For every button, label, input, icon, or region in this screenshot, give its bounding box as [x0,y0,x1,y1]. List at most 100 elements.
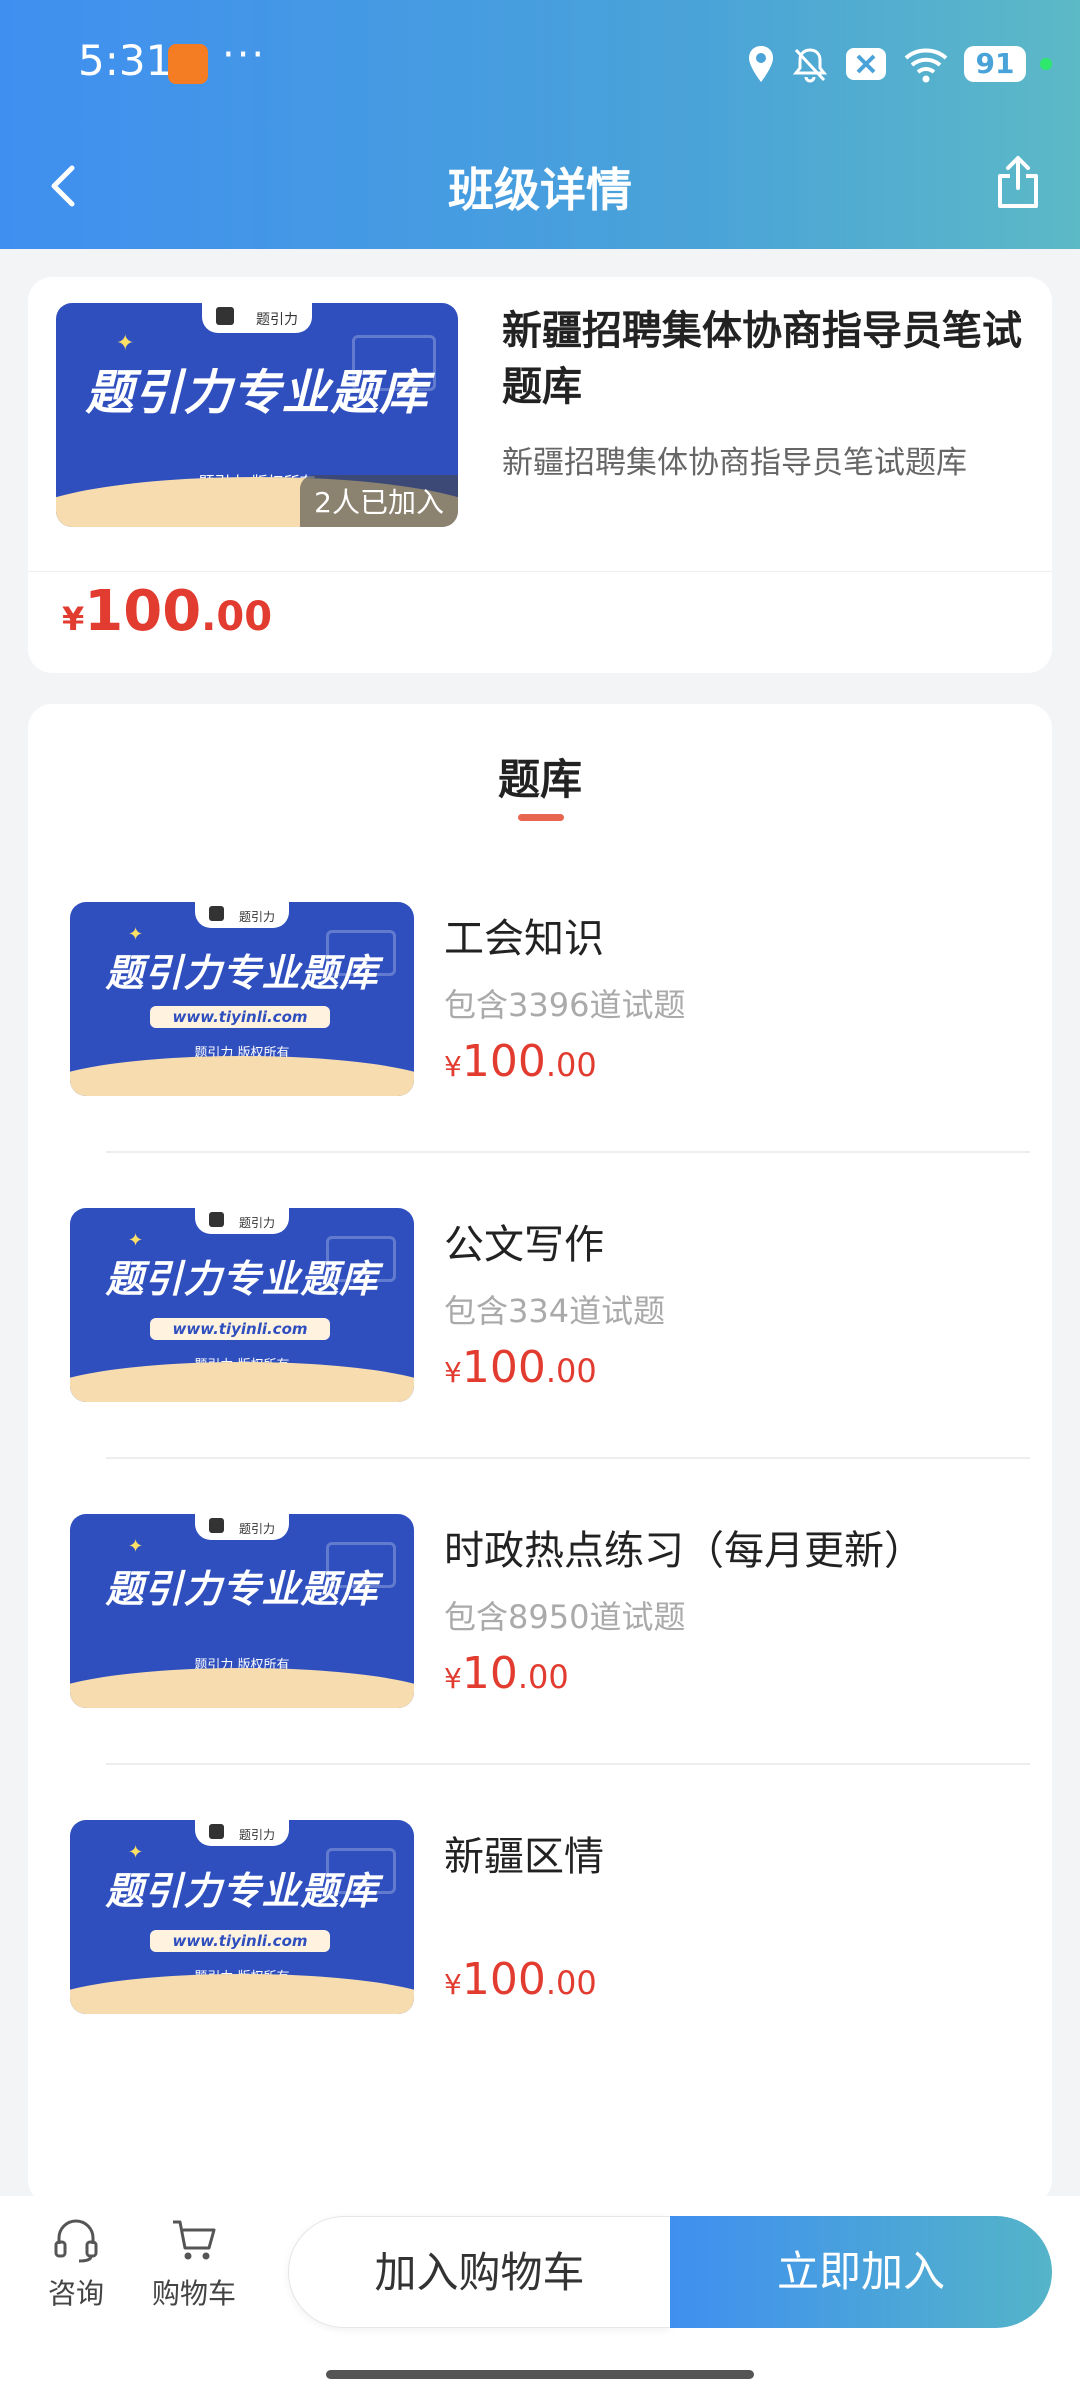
cover-wave [70,1668,414,1708]
price-decimal: .00 [545,1352,597,1390]
item-name: 新疆区情 [444,1834,604,1880]
price-integer: 100 [461,1954,546,2005]
status-icons: 91 [746,38,1052,90]
cover-tab: 题引力 [195,902,289,928]
section-title[interactable]: 题库 [28,746,1052,807]
class-title: 新疆招聘集体协商指导员笔试题库 [502,308,1022,410]
list-item[interactable]: ✦ 题引力 题引力专业题库 www.tiyinli.com 题引力 版权所有 工… [70,902,1030,1098]
cover-wave [70,1974,414,2014]
cover-tab-text: 题引力 [238,1216,275,1230]
divider [106,1457,1030,1459]
cover-headline: 题引力专业题库 [105,1567,379,1611]
add-to-cart-button[interactable]: 加入购物车 [288,2216,670,2328]
item-question-count: 包含8950道试题 [444,1598,686,1636]
item-question-count: 包含334道试题 [444,1292,666,1330]
divider [106,1151,1030,1153]
cover-url: www.tiyinli.com [150,1318,330,1340]
cart-icon [169,2220,219,2268]
brand-logo-icon [209,1518,224,1533]
cover-tab-text: 题引力 [256,312,298,328]
price-decimal: .00 [517,1658,569,1696]
price-currency: ¥ [444,1968,462,2001]
item-cover-image: ✦ 题引力 题引力专业题库 www.tiyinli.com 题引力 版权所有 [70,1208,414,1402]
list-item[interactable]: ✦ 题引力 题引力专业题库 www.tiyinli.com 题引力 版权所有 新… [70,1820,1030,2016]
more-notifications-icon: ··· [222,32,267,78]
price-currency: ¥ [444,1662,462,1695]
sim-off-icon [844,46,888,82]
cover-tab-text: 题引力 [238,1522,275,1536]
brand-logo-icon [209,1212,224,1227]
nav-bar: 班级详情 [0,130,1080,240]
price-decimal: .00 [201,594,273,640]
item-question-count: 包含3396道试题 [444,986,686,1024]
price-currency: ¥ [444,1050,462,1083]
page-title: 班级详情 [448,163,632,217]
item-name: 工会知识 [444,916,604,962]
mute-bell-icon [790,44,830,84]
star-icon: ✦ [128,1536,144,1557]
price-integer: 10 [461,1648,518,1699]
price-integer: 100 [461,1342,546,1393]
cover-headline: 题引力专业题库 [105,1869,379,1913]
charging-dot-icon [1040,58,1052,70]
status-time: 5:31 [78,36,173,85]
list-item[interactable]: ✦ 题引力 题引力专业题库 题引力 版权所有 时政热点练习（每月更新） 包含89… [70,1514,1030,1710]
cover-url: www.tiyinli.com [150,1006,330,1028]
divider [28,571,1052,572]
status-bar: 5:31 ··· 91 [0,32,1080,96]
battery-icon: 91 [964,46,1026,82]
item-cover-image: ✦ 题引力 题引力专业题库 题引力 版权所有 [70,1514,414,1708]
brand-logo-icon [209,906,224,921]
price-decimal: .00 [545,1046,597,1084]
cover-wave [70,1056,414,1096]
cover-headline: 题引力专业题库 [105,1257,379,1301]
cart-button[interactable]: 购物车 [148,2216,240,2312]
price-integer: 100 [461,1036,546,1087]
cover-wave [70,1362,414,1402]
item-price: ¥10.00 [444,1648,569,1699]
join-now-button[interactable]: 立即加入 [670,2216,1052,2328]
consult-label: 咨询 [47,2277,104,2310]
cover-headline: 题引力专业题库 [105,951,379,995]
brand-logo-icon [216,307,234,325]
cover-tab: 题引力 [195,1820,289,1846]
bottom-action-bar: 咨询 购物车 加入购物车 立即加入 [0,2196,1080,2400]
item-cover-image: ✦ 题引力 题引力专业题库 www.tiyinli.com 题引力 版权所有 [70,902,414,1096]
shopping-app-notification-icon [168,44,208,84]
consult-button[interactable]: 咨询 [40,2216,112,2312]
item-name: 时政热点练习（每月更新） [444,1528,924,1574]
divider [106,1763,1030,1765]
brand-logo-icon [209,1824,224,1839]
item-price: ¥100.00 [444,1342,597,1393]
cover-url: www.tiyinli.com [150,1930,330,1952]
app-header: 5:31 ··· 91 班级详情 [0,0,1080,249]
price-integer: 100 [84,579,202,644]
cover-tab: 题引力 [195,1208,289,1234]
question-bank-card: 题库 ✦ 题引力 题引力专业题库 www.tiyinli.com 题引力 版权所… [28,704,1052,2204]
cart-label: 购物车 [151,2277,236,2310]
joined-count-badge: 2人已加入 [300,475,458,527]
item-price: ¥100.00 [444,1954,597,2005]
location-icon [746,44,776,84]
share-icon[interactable] [992,152,1044,212]
class-cover-image: ✦ 题引力 题引力专业题库 题引力 版权所有 2人已加入 [56,303,458,527]
price-currency: ¥ [444,1356,462,1389]
cover-tab: 题引力 [202,303,312,333]
list-item[interactable]: ✦ 题引力 题引力专业题库 www.tiyinli.com 题引力 版权所有 公… [70,1208,1030,1404]
cover-tab: 题引力 [195,1514,289,1540]
cover-tab-text: 题引力 [238,1828,275,1842]
class-subtitle: 新疆招聘集体协商指导员笔试题库 [502,445,967,481]
price-decimal: .00 [545,1964,597,2002]
wifi-icon [902,44,950,84]
headset-icon [51,2219,101,2268]
section-tab-indicator [518,814,564,821]
class-price: ¥100.00 [62,579,272,644]
cover-tab-text: 题引力 [238,910,275,924]
class-summary-card: ✦ 题引力 题引力专业题库 题引力 版权所有 2人已加入 新疆招聘集体协商指导员… [28,277,1052,673]
item-name: 公文写作 [444,1222,604,1268]
home-indicator[interactable] [326,2370,754,2379]
cover-headline: 题引力专业题库 [85,365,429,421]
item-price: ¥100.00 [444,1036,597,1087]
item-cover-image: ✦ 题引力 题引力专业题库 www.tiyinli.com 题引力 版权所有 [70,1820,414,2014]
price-currency: ¥ [62,600,85,638]
